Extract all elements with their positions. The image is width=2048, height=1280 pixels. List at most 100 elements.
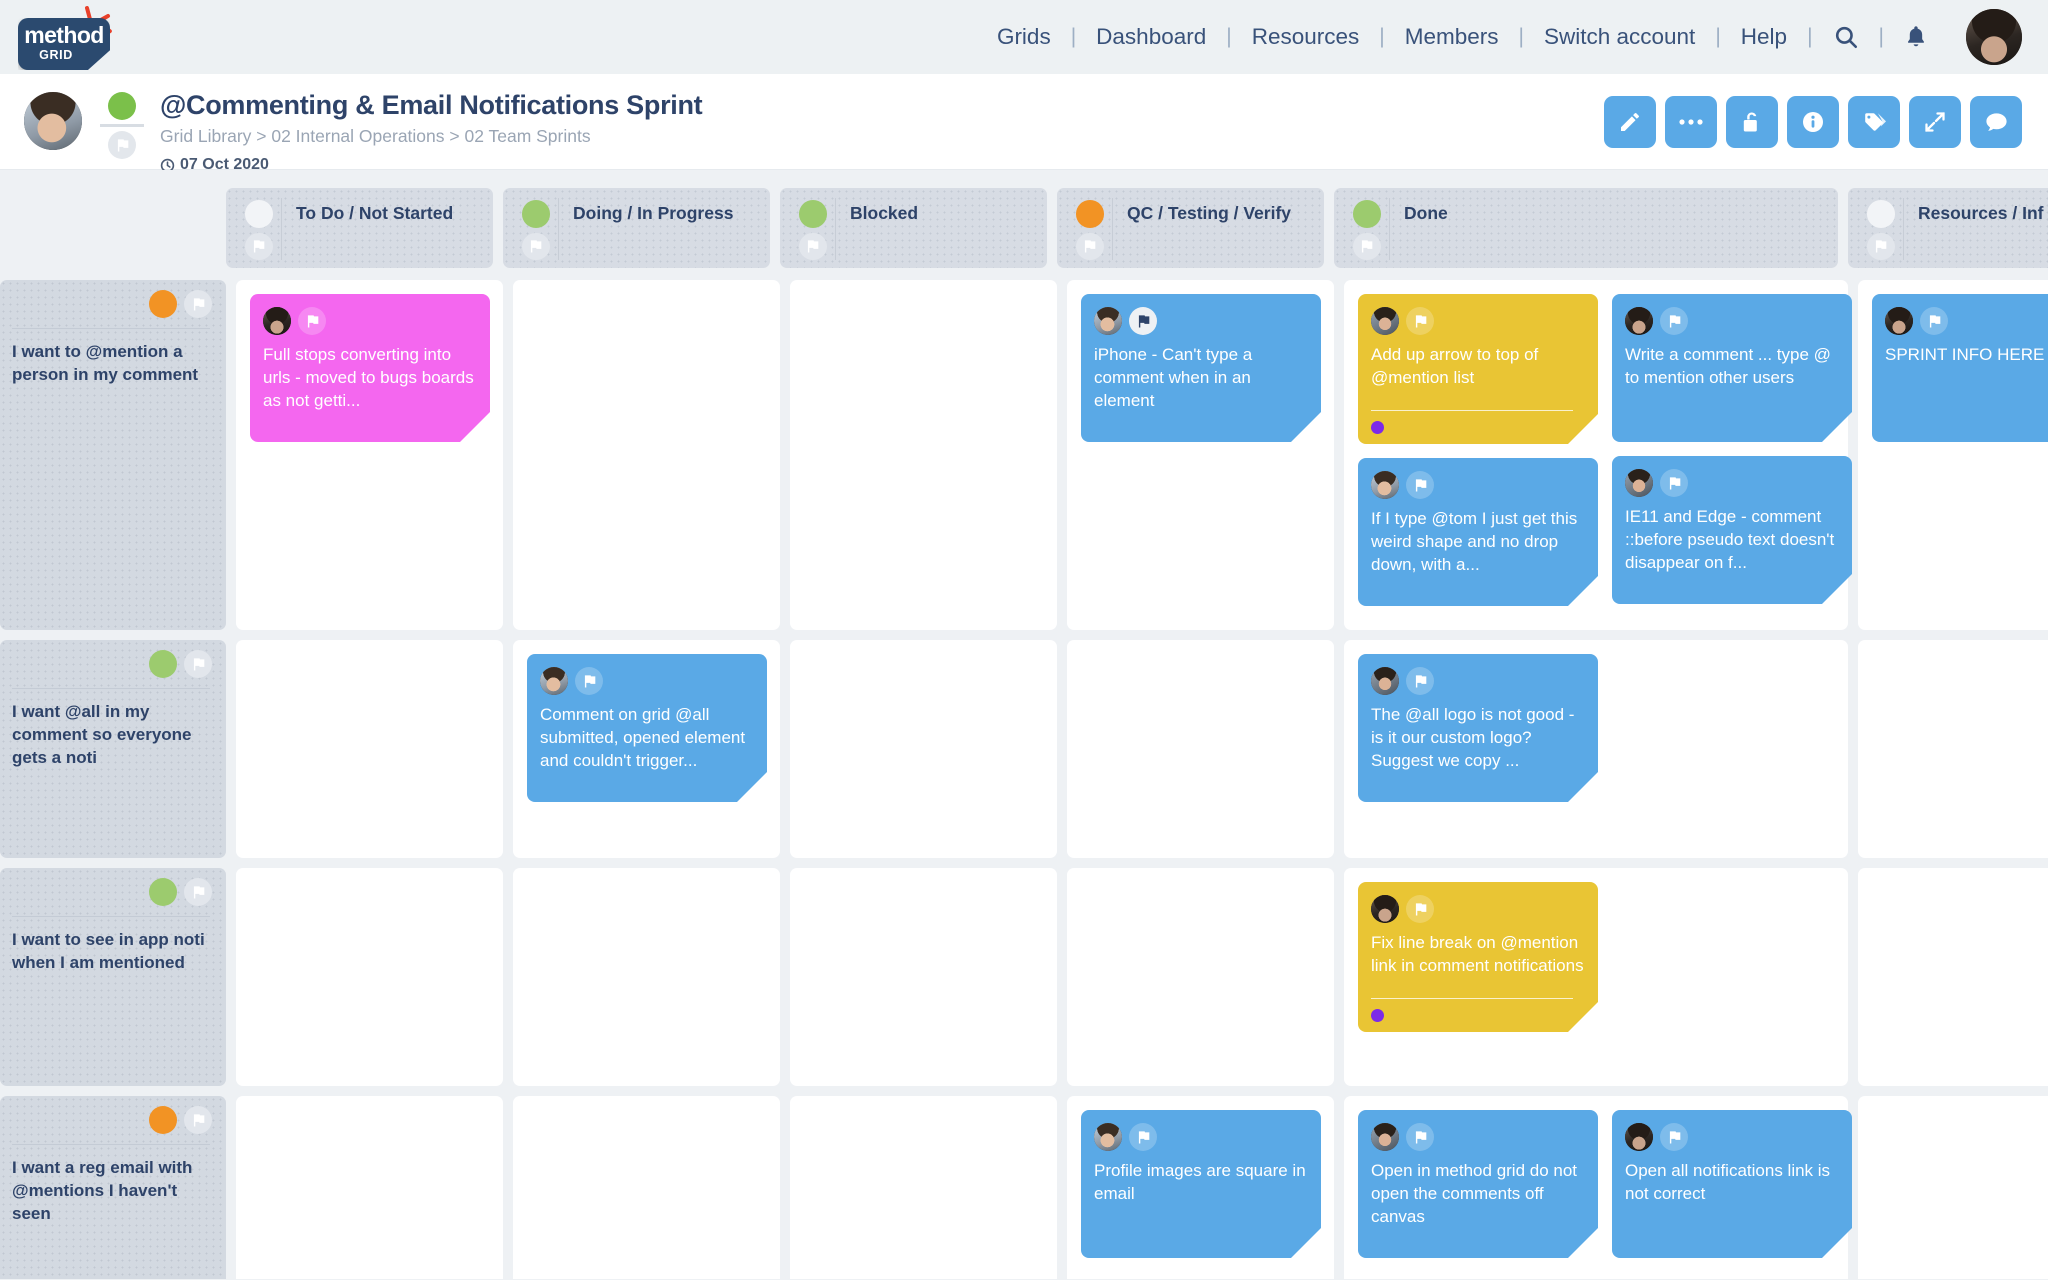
board-cell-todo[interactable]	[236, 868, 503, 1086]
method-grid-logo[interactable]: method GRID	[18, 6, 118, 70]
comments-button[interactable]	[1970, 96, 2022, 148]
board-cell-qc[interactable]: Profile images are square in email	[1067, 1096, 1334, 1279]
kanban-board[interactable]: To Do / Not Started Doing / In Progress Bl…	[0, 170, 2048, 1279]
flag-icon[interactable]	[108, 131, 136, 159]
column-header-done[interactable]: Done	[1334, 188, 1838, 268]
avatar[interactable]	[1371, 307, 1399, 335]
sticky-card[interactable]: Write a comment ... type @ to mention ot…	[1612, 294, 1852, 442]
row-status-dot[interactable]	[149, 290, 177, 318]
board-cell-done[interactable]: Fix line break on @mention link in comme…	[1344, 868, 1848, 1086]
board-cell-blocked[interactable]	[790, 640, 1057, 858]
avatar[interactable]	[1094, 307, 1122, 335]
flag-icon[interactable]	[575, 667, 603, 695]
column-header-to-do-not-started[interactable]: To Do / Not Started	[226, 188, 493, 268]
avatar[interactable]	[1885, 307, 1913, 335]
board-cell-todo[interactable]	[236, 640, 503, 858]
avatar[interactable]	[1625, 469, 1653, 497]
sticky-card[interactable]: Fix line break on @mention link in comme…	[1358, 882, 1598, 1032]
nav-item-dashboard[interactable]: Dashboard	[1076, 24, 1226, 50]
sticky-card[interactable]: Full stops converting into urls - moved …	[250, 294, 490, 442]
flag-icon[interactable]	[1129, 307, 1157, 335]
avatar[interactable]	[1094, 1123, 1122, 1151]
board-cell-todo[interactable]: Full stops converting into urls - moved …	[236, 280, 503, 630]
board-cell-resources[interactable]	[1858, 640, 2048, 858]
avatar[interactable]	[1625, 307, 1653, 335]
column-header-doing-in-progress[interactable]: Doing / In Progress	[503, 188, 770, 268]
row-header[interactable]: I want @all in my comment so everyone ge…	[0, 640, 226, 858]
tags-button[interactable]	[1848, 96, 1900, 148]
flag-icon[interactable]	[1660, 307, 1688, 335]
flag-icon[interactable]	[298, 307, 326, 335]
row-status-dot[interactable]	[149, 1106, 177, 1134]
avatar[interactable]	[1966, 9, 2022, 65]
board-cell-done[interactable]: Open in method grid do not open the comm…	[1344, 1096, 1848, 1279]
board-cell-doing[interactable]	[513, 868, 780, 1086]
flag-icon[interactable]	[1129, 1123, 1157, 1151]
row-header[interactable]: I want to @mention a person in my commen…	[0, 280, 226, 630]
board-cell-resources[interactable]	[1858, 868, 2048, 1086]
sticky-card[interactable]: The @all logo is not good - is it our cu…	[1358, 654, 1598, 802]
sticky-card[interactable]: Open in method grid do not open the comm…	[1358, 1110, 1598, 1258]
board-cell-doing[interactable]	[513, 280, 780, 630]
avatar[interactable]	[263, 307, 291, 335]
flag-icon[interactable]	[1920, 307, 1948, 335]
board-cell-qc[interactable]: iPhone - Can't type a comment when in an…	[1067, 280, 1334, 630]
sticky-card[interactable]: SPRINT INFO HERE	[1872, 294, 2048, 442]
board-cell-blocked[interactable]	[790, 280, 1057, 630]
flag-icon[interactable]	[1406, 307, 1434, 335]
board-cell-qc[interactable]	[1067, 868, 1334, 1086]
column-status-dot[interactable]	[521, 200, 550, 228]
flag-icon[interactable]	[1406, 471, 1434, 499]
avatar[interactable]	[1371, 667, 1399, 695]
expand-button[interactable]	[1909, 96, 1961, 148]
row-header[interactable]: I want to see in app noti when I am ment…	[0, 868, 226, 1086]
card-label-dot[interactable]	[1371, 421, 1384, 434]
flag-icon[interactable]	[244, 232, 273, 260]
row-status-dot[interactable]	[149, 878, 177, 906]
more-button[interactable]	[1665, 96, 1717, 148]
column-status-dot[interactable]	[798, 200, 827, 228]
board-cell-qc[interactable]	[1067, 640, 1334, 858]
nav-item-grids[interactable]: Grids	[977, 24, 1071, 50]
nav-item-help[interactable]: Help	[1721, 24, 1807, 50]
avatar[interactable]	[1371, 471, 1399, 499]
board-cell-done[interactable]: Add up arrow to top of @mention list If I…	[1344, 280, 1848, 630]
sticky-card[interactable]: Add up arrow to top of @mention list	[1358, 294, 1598, 444]
board-cell-done[interactable]: The @all logo is not good - is it our cu…	[1344, 640, 1848, 858]
flag-icon[interactable]	[184, 1106, 212, 1134]
column-status-dot[interactable]	[244, 200, 273, 228]
flag-icon[interactable]	[1406, 667, 1434, 695]
board-cell-blocked[interactable]	[790, 868, 1057, 1086]
column-status-dot[interactable]	[1866, 200, 1895, 228]
flag-icon[interactable]	[1406, 895, 1434, 923]
avatar[interactable]	[1371, 895, 1399, 923]
flag-icon[interactable]	[184, 290, 212, 318]
breadcrumb[interactable]: Grid Library > 02 Internal Operations > …	[160, 126, 702, 147]
flag-icon[interactable]	[1660, 469, 1688, 497]
avatar[interactable]	[1371, 1123, 1399, 1151]
column-header-qc-testing-verify[interactable]: QC / Testing / Verify	[1057, 188, 1324, 268]
search-icon[interactable]	[1813, 24, 1879, 50]
sticky-card[interactable]: IE11 and Edge - comment ::before pseudo …	[1612, 456, 1852, 604]
row-header[interactable]: I want a reg email with @mentions I have…	[0, 1096, 226, 1279]
edit-button[interactable]	[1604, 96, 1656, 148]
sticky-card[interactable]: iPhone - Can't type a comment when in an…	[1081, 294, 1321, 442]
nav-item-resources[interactable]: Resources	[1232, 24, 1380, 50]
sticky-card[interactable]: If I type @tom I just get this weird sha…	[1358, 458, 1598, 606]
column-header-blocked[interactable]: Blocked	[780, 188, 1047, 268]
grid-owner-avatar[interactable]	[24, 92, 82, 150]
column-status-dot[interactable]	[1075, 200, 1104, 228]
column-header-resources-inf[interactable]: Resources / Inf	[1848, 188, 2048, 268]
flag-icon[interactable]	[1352, 232, 1381, 260]
bell-icon[interactable]	[1884, 24, 1948, 50]
avatar[interactable]	[540, 667, 568, 695]
nav-item-members[interactable]: Members	[1385, 24, 1519, 50]
flag-icon[interactable]	[1866, 232, 1895, 260]
flag-icon[interactable]	[1406, 1123, 1434, 1151]
avatar[interactable]	[1625, 1123, 1653, 1151]
board-cell-resources[interactable]: SPRINT INFO HERE	[1858, 280, 2048, 630]
nav-item-switch-account[interactable]: Switch account	[1524, 24, 1715, 50]
flag-icon[interactable]	[521, 232, 550, 260]
flag-icon[interactable]	[184, 650, 212, 678]
card-label-dot[interactable]	[1371, 1009, 1384, 1022]
